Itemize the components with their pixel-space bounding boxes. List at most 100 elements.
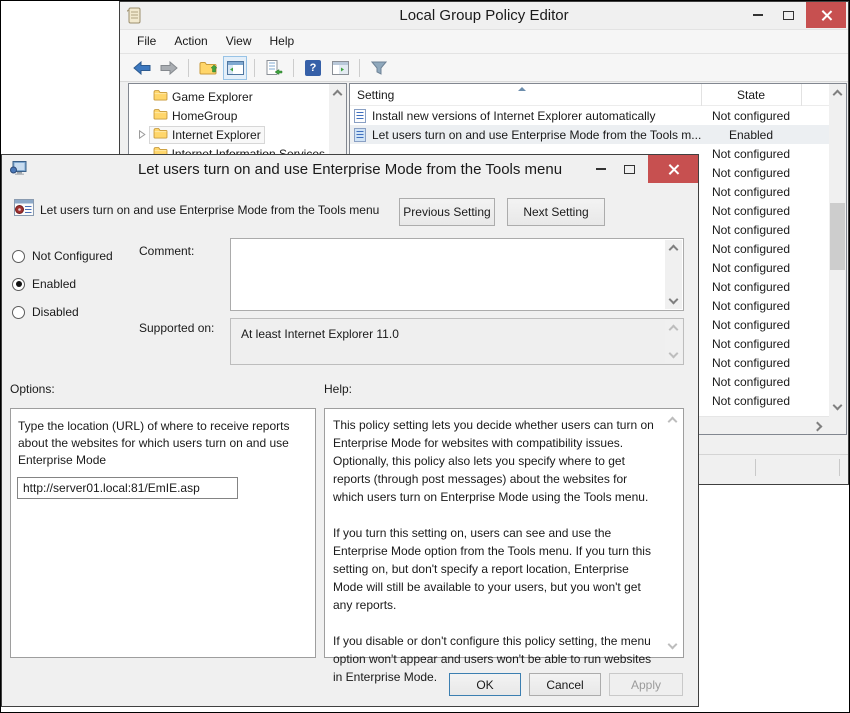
dialog-close-button[interactable] [648,155,698,183]
filter-icon [371,61,387,75]
setting-name: Install new versions of Internet Explore… [372,109,701,123]
sort-ascending-icon [518,87,526,91]
back-icon [133,61,151,75]
expander-icon[interactable] [138,130,149,139]
radio-option[interactable]: Disabled [12,298,113,326]
setting-state: Not configured [701,204,801,218]
cancel-button[interactable]: Cancel [529,673,601,696]
help-icon: ? [305,60,321,76]
show-console-tree-icon [227,61,244,75]
minimize-button[interactable] [744,2,772,28]
radio-button-icon[interactable] [12,306,25,319]
column-header-setting[interactable]: Setting [357,88,394,102]
maximize-button[interactable] [774,2,802,28]
up-one-level-button[interactable] [196,56,220,80]
radio-button-icon[interactable] [12,278,25,291]
setting-state: Not configured [701,337,801,351]
toolbar: ? [120,54,848,82]
tree-item[interactable]: Internet Explorer [129,125,329,144]
dialog-maximize-button[interactable] [616,155,642,183]
window-title: Local Group Policy Editor [120,2,848,29]
scroll-up-icon[interactable] [668,417,678,427]
radio-option[interactable]: Not Configured [12,242,113,270]
list-header: Setting State [350,84,829,106]
menu-item[interactable]: Action [165,30,216,53]
minimize-icon [596,168,606,170]
help-label: Help: [324,382,352,396]
column-divider[interactable] [801,84,802,106]
ok-button[interactable]: OK [449,673,521,696]
policy-row[interactable]: Let users turn on and use Enterprise Mod… [350,125,829,144]
tree-item-label: Game Explorer [172,90,253,104]
folder-icon [153,127,168,142]
folder-icon [153,89,168,104]
menu-item[interactable]: File [128,30,165,53]
scroll-up-icon [669,325,679,335]
setting-state: Not configured [701,261,801,275]
minimize-icon [753,14,763,16]
show-action-pane-icon [332,61,349,75]
dialog-minimize-button[interactable] [588,155,614,183]
policy-row[interactable]: Install new versions of Internet Explore… [350,106,829,125]
menu-item[interactable]: View [217,30,261,53]
scroll-up-icon[interactable] [833,90,843,100]
help-paragraph: This policy setting lets you decide whet… [333,416,659,506]
setting-state: Not configured [701,166,801,180]
scroll-down-icon [669,349,679,359]
statusbar-divider [755,459,756,476]
scrollbar-corner [829,416,846,434]
tree-item-label: HomeGroup [172,109,237,123]
tree-item[interactable]: Game Explorer [129,87,329,106]
supported-on-value: At least Internet Explorer 11.0 [241,327,399,341]
list-vertical-scrollbar[interactable] [829,84,846,416]
filter-button[interactable] [367,56,391,80]
help-button[interactable]: ? [301,56,325,80]
tree-item[interactable]: HomeGroup [129,106,329,125]
policy-header-icon [14,199,34,219]
close-button[interactable] [806,2,846,28]
tree-item-label: Internet Explorer [172,128,261,142]
options-panel: Type the location (URL) of where to rece… [10,408,316,658]
apply-button[interactable]: Apply [609,673,683,696]
statusbar-divider [839,459,840,476]
setting-state: Not configured [701,394,801,408]
report-url-input[interactable] [17,477,238,499]
scroll-down-icon[interactable] [668,640,678,650]
scrollbar-thumb[interactable] [830,203,845,270]
show-console-tree-button[interactable] [223,56,247,80]
gpedit-titlebar: Local Group Policy Editor [120,2,848,29]
setting-state: Not configured [701,375,801,389]
close-icon [821,10,832,21]
scroll-down-icon[interactable] [669,295,679,305]
back-button[interactable] [130,56,154,80]
help-paragraph: If you turn this setting on, users can s… [333,524,659,614]
policy-setting-icon [354,128,367,142]
setting-state: Not configured [701,356,801,370]
export-list-button[interactable] [262,56,286,80]
radio-option[interactable]: Enabled [12,270,113,298]
toolbar-separator [359,59,360,77]
scroll-up-icon[interactable] [669,245,679,255]
column-header-state[interactable]: State [701,88,801,102]
previous-setting-button[interactable]: Previous Setting [399,198,495,226]
show-action-pane-button[interactable] [328,56,352,80]
comment-input[interactable] [231,239,664,310]
forward-button[interactable] [157,56,181,80]
scroll-down-icon[interactable] [833,401,843,411]
setting-name: Let users turn on and use Enterprise Mod… [372,128,701,142]
scroll-right-icon[interactable] [813,422,823,432]
comment-box [230,238,684,311]
radio-button-icon[interactable] [12,250,25,263]
radio-label: Enabled [32,277,76,291]
options-label: Options: [10,382,55,396]
forward-icon [160,61,178,75]
comment-scrollbar[interactable] [665,240,682,309]
tree-items: Game Explorer HomeGroup [129,87,329,163]
radio-label: Not Configured [32,249,113,263]
next-setting-button[interactable]: Next Setting [507,198,605,226]
toolbar-separator [188,59,189,77]
menu-item[interactable]: Help [261,30,304,53]
scroll-up-icon[interactable] [333,90,343,100]
policy-name: Let users turn on and use Enterprise Mod… [40,203,379,217]
setting-state: Not configured [701,318,801,332]
